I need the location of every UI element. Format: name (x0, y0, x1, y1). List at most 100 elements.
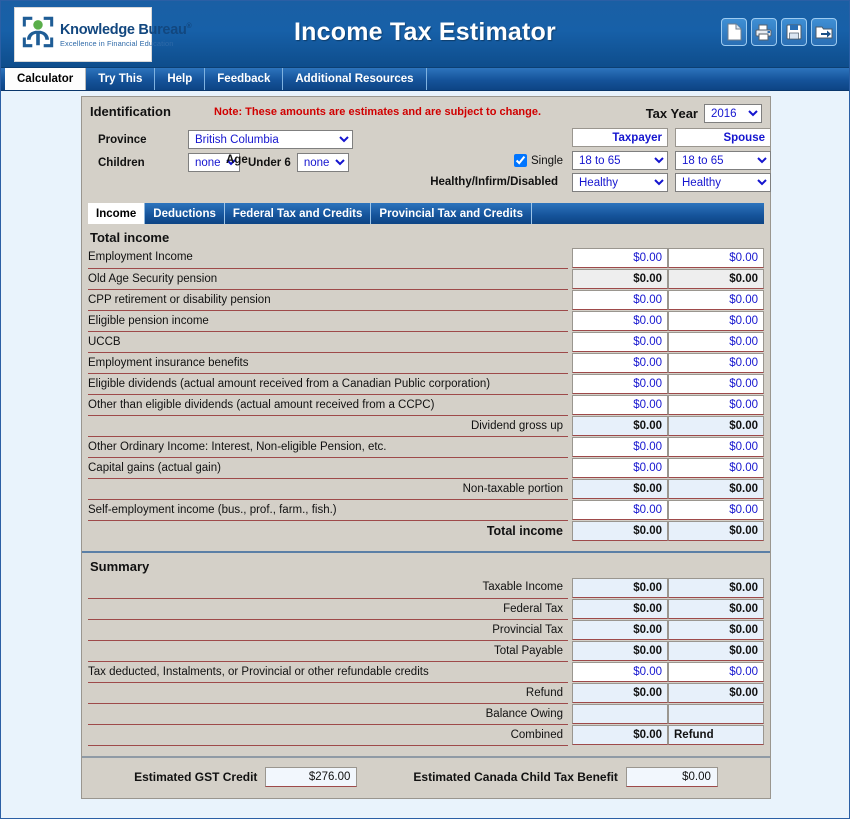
table-row: Self-employment income (bus., prof., far… (88, 499, 764, 521)
row-label: Self-employment income (bus., prof., far… (88, 499, 568, 521)
row-taxpayer-cell: $0.00 (572, 373, 668, 394)
tab-deductions[interactable]: Deductions (145, 203, 225, 224)
input-taxpayer-value[interactable]: $0.00 (572, 331, 668, 352)
input-taxpayer-value[interactable]: $0.00 (572, 394, 668, 415)
row-label: Old Age Security pension (88, 268, 568, 290)
row-taxpayer-cell: $0.00 (572, 331, 668, 352)
section-tab-bar: Income Deductions Federal Tax and Credit… (88, 203, 764, 224)
readonly-taxpayer-value: $0.00 (572, 577, 668, 598)
row-spouse-cell: $0.00 (668, 268, 764, 289)
input-taxpayer-value[interactable]: $0.00 (572, 436, 668, 457)
print-icon[interactable] (751, 18, 777, 46)
age-spouse-select[interactable]: 18 to 65 (675, 151, 771, 170)
input-spouse-value[interactable]: $0.00 (668, 310, 764, 331)
input-taxpayer-value[interactable]: $0.00 (572, 247, 668, 268)
province-select[interactable]: British Columbia (188, 130, 353, 149)
gst-credit-value: $276.00 (265, 766, 358, 787)
tab-federal-tax-and-credits[interactable]: Federal Tax and Credits (225, 203, 372, 224)
input-taxpayer-value[interactable]: $0.00 (572, 373, 668, 394)
row-spouse-cell: $0.00 (668, 247, 764, 268)
tab-feedback[interactable]: Feedback (205, 68, 284, 90)
row-label: CPP retirement or disability pension (88, 289, 568, 311)
readonly-taxpayer-value: $0.00 (572, 619, 668, 640)
health-taxpayer-select[interactable]: Healthy (572, 173, 668, 192)
input-taxpayer-value[interactable]: $0.00 (572, 457, 668, 478)
estimate-note: Note: These amounts are estimates and ar… (214, 106, 541, 118)
new-document-icon[interactable] (721, 18, 747, 46)
row-label: Provincial Tax (88, 619, 568, 641)
row-label: Balance Owing (88, 703, 568, 725)
row-spouse-cell: $0.00 (668, 289, 764, 310)
province-row: Province British Columbia (98, 130, 353, 149)
row-label: Total income (486, 523, 563, 538)
input-spouse-value[interactable]: $0.00 (668, 661, 764, 682)
table-row: Eligible pension income $0.00 $0.00 (88, 310, 764, 332)
table-row: Provincial Tax $0.00 $0.00 (88, 619, 764, 641)
health-spouse-select[interactable]: Healthy (675, 173, 771, 192)
input-taxpayer-value[interactable]: $0.00 (572, 499, 668, 520)
tab-help[interactable]: Help (155, 68, 206, 90)
tab-additional-resources[interactable]: Additional Resources (283, 68, 427, 90)
row-label: UCCB (88, 331, 568, 353)
children-under-6-select[interactable]: none (296, 153, 349, 172)
identification-heading: Identification (90, 104, 171, 119)
input-spouse-value[interactable]: $0.00 (668, 352, 764, 373)
table-row: Balance Owing (88, 703, 764, 725)
table-row: Non-taxable portion $0.00 $0.00 (88, 478, 764, 500)
input-spouse-value[interactable]: $0.00 (668, 247, 764, 268)
age-label: Age (226, 154, 248, 166)
note-body: These amounts are estimates and are subj… (242, 106, 542, 118)
row-spouse-cell: $0.00 (668, 661, 764, 682)
input-spouse-value[interactable]: $0.00 (668, 499, 764, 520)
row-label: Employment Income (88, 247, 568, 269)
row-label: Eligible pension income (88, 310, 568, 332)
row-taxpayer-cell: $0.00 (572, 577, 668, 598)
table-row: Other Ordinary Income: Interest, Non-eli… (88, 436, 764, 458)
input-spouse-value[interactable]: $0.00 (668, 373, 764, 394)
input-taxpayer-value[interactable]: $0.00 (572, 661, 668, 682)
row-spouse-cell: $0.00 (668, 640, 764, 661)
save-icon[interactable] (781, 18, 807, 46)
row-label: Capital gains (actual gain) (88, 457, 568, 479)
age-taxpayer-select[interactable]: 18 to 65 (572, 151, 668, 170)
tab-provincial-tax-and-credits[interactable]: Provincial Tax and Credits (371, 203, 533, 224)
input-taxpayer-value[interactable]: $0.00 (572, 310, 668, 331)
readonly-spouse-value: $0.00 (668, 682, 764, 703)
input-spouse-value[interactable]: $0.00 (668, 457, 764, 478)
input-spouse-value[interactable]: $0.00 (668, 436, 764, 457)
table-row: Eligible dividends (actual amount receiv… (88, 373, 764, 395)
row-label: Employment insurance benefits (88, 352, 568, 374)
table-row: Taxable Income $0.00 $0.00 (88, 577, 764, 599)
readonly-spouse-value: Refund (668, 724, 764, 745)
tab-income[interactable]: Income (88, 203, 146, 224)
tab-try-this[interactable]: Try This (86, 68, 156, 90)
single-checkbox[interactable] (514, 154, 527, 167)
app-window: Knowledge Bureau® Excellence in Financia… (0, 0, 850, 819)
summary-section: Summary Taxable Income $0.00 $0.00 Federal … (82, 551, 770, 750)
input-taxpayer-value[interactable]: $0.00 (572, 289, 668, 310)
row-label: Tax deducted, Instalments, or Provincial… (88, 661, 568, 683)
input-spouse-value[interactable]: $0.00 (668, 394, 764, 415)
row-taxpayer-cell: $0.00 (572, 724, 668, 745)
row-spouse-cell: $0.00 (668, 331, 764, 352)
tab-calculator[interactable]: Calculator (5, 68, 87, 90)
row-taxpayer-cell: $0.00 (572, 247, 668, 268)
table-row: Employment insurance benefits $0.00 $0.00 (88, 352, 764, 374)
row-taxpayer-cell: $0.00 (572, 520, 668, 541)
spouse-column-header: Spouse (675, 128, 771, 147)
row-taxpayer-cell: $0.00 (572, 268, 668, 289)
table-row: Total income $0.00 $0.00 (88, 520, 764, 541)
open-file-icon[interactable] (811, 18, 837, 46)
row-taxpayer-cell: $0.00 (572, 499, 668, 520)
row-spouse-cell: $0.00 (668, 520, 764, 541)
row-taxpayer-cell: $0.00 (572, 436, 668, 457)
input-taxpayer-value[interactable]: $0.00 (572, 352, 668, 373)
row-taxpayer-cell: $0.00 (572, 394, 668, 415)
province-label: Province (98, 133, 147, 146)
input-spouse-value[interactable]: $0.00 (668, 289, 764, 310)
readonly-taxpayer-value: $0.00 (572, 724, 668, 745)
tax-year-select[interactable]: 2016 (704, 104, 762, 123)
table-row: Other than eligible dividends (actual am… (88, 394, 764, 416)
input-spouse-value[interactable]: $0.00 (668, 331, 764, 352)
row-taxpayer-cell: $0.00 (572, 415, 668, 436)
